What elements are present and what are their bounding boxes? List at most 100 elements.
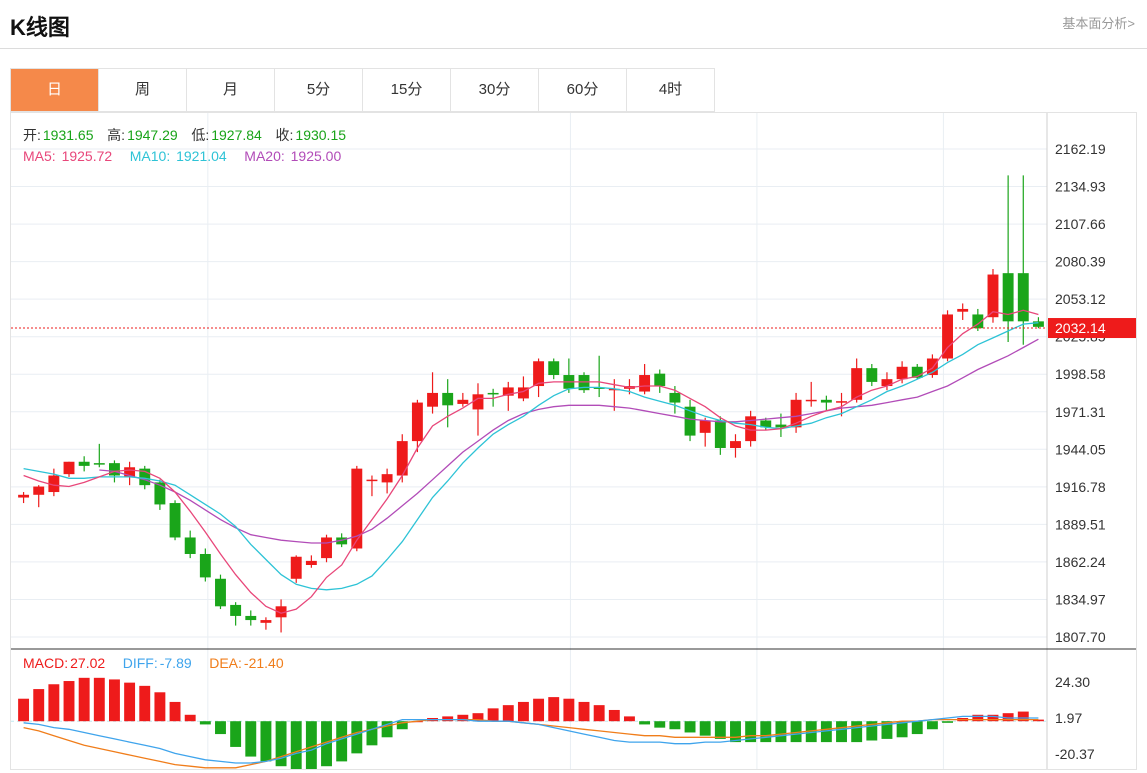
macd-bar [230, 721, 242, 747]
ma10-label: MA10: [129, 148, 171, 164]
macd-tick-label: 1.97 [1055, 710, 1082, 726]
macd-bar [48, 684, 60, 722]
candle-body [427, 392, 438, 407]
high-value: 1947.29 [127, 127, 178, 143]
candle-body [487, 392, 499, 395]
candle-body [805, 399, 817, 402]
price-tick-label: 2162.19 [1055, 141, 1106, 157]
price-tick-label: 1944.05 [1055, 441, 1106, 457]
price-tick-label: 1862.24 [1055, 554, 1106, 570]
macd-bar [154, 692, 166, 722]
close-value: 1930.15 [295, 127, 347, 143]
diff-value: -7.89 [159, 655, 192, 671]
price-tick-label: 2134.93 [1055, 179, 1106, 195]
macd-bar [714, 721, 726, 739]
price-tick-label: 1916.78 [1055, 479, 1106, 495]
macd-bar [639, 721, 651, 725]
open-value: 1931.65 [42, 127, 94, 143]
macd-bar [245, 721, 257, 757]
macd-bar [184, 714, 196, 722]
dea-label: DEA: [209, 655, 242, 671]
ohlc-legend: 开: 1931.65 高: 1947.29 低: 1927.84 收: 1930.15 [23, 125, 348, 145]
candle-body [93, 463, 105, 465]
candle-body [836, 401, 847, 403]
dea-value: -21.40 [243, 655, 284, 671]
ma-legend: MA5: 1925.72 MA10: 1921.04 MA20: 1925.00 [23, 148, 343, 164]
candle-body [321, 537, 332, 559]
macd-bar [669, 721, 681, 730]
macd-bar [654, 721, 666, 728]
candle-body [669, 392, 681, 403]
macd-bar [836, 721, 847, 743]
macd-bar [215, 721, 226, 735]
candle-body [78, 461, 90, 466]
macd-bar [93, 677, 105, 722]
macd-bar [33, 689, 45, 722]
macd-legend: MACD: 27.02 DIFF: -7.89 DEA: -21.40 [23, 655, 286, 671]
tab-60min[interactable]: 60分 [539, 69, 627, 111]
candle-body [639, 375, 651, 392]
macd-bar [699, 721, 711, 736]
macd-bar [487, 708, 499, 722]
macd-bar [502, 705, 514, 722]
macd-bar [63, 681, 75, 722]
open-label: 开: [23, 127, 41, 143]
macd-bar [942, 721, 953, 723]
page-title: K线图 [10, 15, 70, 40]
macd-bar [624, 716, 635, 722]
candle-body [654, 373, 666, 387]
macd-bar [926, 721, 938, 730]
macd-bar [775, 721, 787, 743]
candle-body [714, 420, 726, 448]
macd-bar [18, 698, 30, 722]
macd-bar [851, 721, 863, 743]
candle-body [1032, 321, 1044, 327]
macd-bar [109, 679, 120, 722]
candle-body [396, 441, 408, 476]
candle-body [442, 392, 454, 406]
candle-body [411, 402, 423, 442]
macd-bar [517, 701, 529, 722]
candle-body [33, 486, 45, 495]
macd-bar [124, 682, 136, 722]
candle-body [305, 560, 317, 566]
candle-body [63, 461, 75, 475]
candle-body [457, 399, 469, 404]
macd-bar [608, 709, 620, 722]
tab-week[interactable]: 周 [99, 69, 187, 111]
ma20-value: 1925.00 [290, 148, 342, 164]
candle-body [866, 368, 878, 382]
current-price-label: 2032.14 [1055, 320, 1106, 336]
ma5-value: 1925.72 [61, 148, 113, 164]
fundamental-analysis-link[interactable]: 基本面分析> [1062, 13, 1135, 32]
tab-15min[interactable]: 15分 [363, 69, 451, 111]
tab-month[interactable]: 月 [187, 69, 275, 111]
page-header: K线图 基本面分析> [0, 0, 1147, 49]
low-value: 1927.84 [211, 127, 262, 143]
candle-body [184, 537, 196, 554]
tab-day[interactable]: 日 [11, 69, 99, 111]
price-tick-label: 2080.39 [1055, 254, 1106, 270]
tab-30min[interactable]: 30分 [451, 69, 539, 111]
candle-body [245, 615, 257, 621]
macd-bar [199, 721, 211, 725]
price-tick-label: 2107.66 [1055, 216, 1106, 232]
macd-bar [548, 697, 560, 722]
macd-tick-label: 24.30 [1055, 674, 1090, 690]
macd-bar [911, 721, 923, 735]
candle-body [699, 420, 711, 433]
candle-body [366, 479, 378, 482]
macd-bar [351, 721, 363, 754]
candle-body [730, 441, 741, 448]
candle-body [896, 366, 908, 380]
macd-value: 27.02 [70, 655, 106, 671]
tab-4hour[interactable]: 4时 [627, 69, 715, 111]
period-tabs: 日 周 月 5分 15分 30分 60分 4时 [10, 68, 715, 112]
candle-body [381, 474, 393, 483]
tab-5min[interactable]: 5分 [275, 69, 363, 111]
candle-body [18, 494, 30, 498]
price-tick-label: 2053.12 [1055, 291, 1106, 307]
candle-body [230, 604, 242, 616]
macd-bar [563, 698, 575, 722]
macd-bar [533, 698, 545, 722]
